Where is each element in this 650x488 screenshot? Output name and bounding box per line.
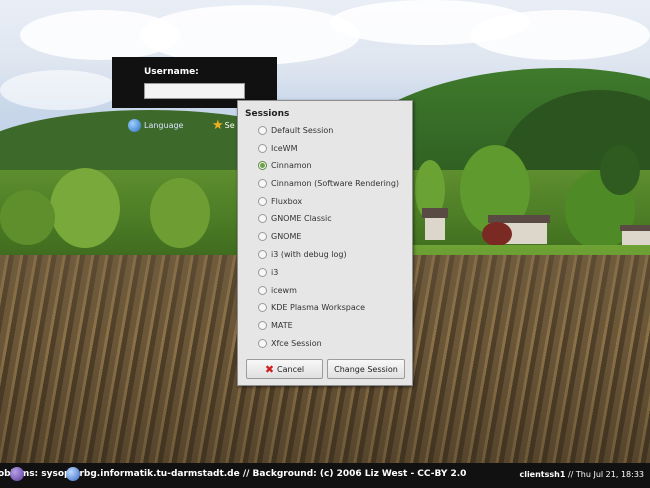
radio-button[interactable] [258, 267, 267, 277]
session-option-label: Cinnamon [271, 160, 312, 170]
sessions-menu: Sessions Default Session IceWM Cinnamon … [237, 100, 413, 386]
session-option-label: GNOME Classic [271, 213, 332, 223]
session-option-icewm-lower[interactable]: icewm [258, 283, 297, 297]
session-option-gnome-classic[interactable]: GNOME Classic [258, 211, 332, 225]
session-option-label: KDE Plasma Workspace [271, 302, 366, 312]
session-option-label: Cinnamon (Software Rendering) [271, 178, 400, 188]
radio-button[interactable] [258, 320, 267, 330]
session-option-label: icewm [271, 285, 297, 295]
session-button[interactable]: ★ Se [212, 118, 235, 132]
language-button[interactable]: Language [128, 118, 183, 132]
language-label: Language [144, 120, 184, 130]
session-option-xfce[interactable]: Xfce Session [258, 336, 322, 350]
change-session-button[interactable]: Change Session [327, 359, 405, 379]
cancel-button-label: Cancel [277, 364, 305, 374]
power-icon[interactable] [10, 467, 24, 481]
star-icon: ★ [212, 117, 224, 133]
session-option-i3[interactable]: i3 [258, 265, 278, 279]
status-bar: oblems: sysop@rbg.informatik.tu-darmstad… [0, 463, 650, 488]
session-option-icewm[interactable]: IceWM [258, 141, 298, 155]
session-option-label: GNOME [271, 231, 302, 241]
session-option-i3-debug[interactable]: i3 (with debug log) [258, 247, 347, 261]
username-label: Username: [144, 67, 199, 77]
radio-button[interactable] [258, 249, 267, 259]
session-button-label: Se [224, 120, 235, 130]
radio-button[interactable] [258, 213, 267, 223]
change-session-label: Change Session [334, 364, 398, 374]
radio-button[interactable] [258, 231, 267, 241]
radio-button[interactable] [258, 196, 267, 206]
session-option-label: Xfce Session [271, 338, 322, 348]
session-option-fluxbox[interactable]: Fluxbox [258, 194, 302, 208]
datetime: Thu Jul 21, 18:33 [575, 470, 644, 479]
radio-button[interactable] [258, 285, 267, 295]
session-option-cinnamon[interactable]: Cinnamon [258, 158, 312, 172]
session-option-label: IceWM [271, 143, 298, 153]
sessions-title: Sessions [245, 109, 290, 119]
hostname: clientssh1 [519, 470, 566, 479]
status-separator: // [567, 470, 574, 479]
session-option-label: i3 [271, 267, 279, 277]
session-option-label: MATE [271, 320, 293, 330]
cancel-button[interactable]: ✖ Cancel [246, 359, 323, 379]
radio-button[interactable] [258, 178, 267, 188]
radio-button-selected[interactable] [258, 160, 267, 170]
session-option-default[interactable]: Default Session [258, 123, 333, 137]
globe-icon [128, 118, 141, 132]
radio-button[interactable] [258, 302, 267, 312]
session-option-cinnamon-software[interactable]: Cinnamon (Software Rendering) [258, 176, 399, 190]
status-right: clientssh1 // Thu Jul 21, 18:33 [519, 470, 644, 479]
radio-button[interactable] [258, 338, 267, 348]
session-option-label: i3 (with debug log) [271, 249, 347, 259]
session-option-gnome[interactable]: GNOME [258, 229, 301, 243]
accessibility-icon[interactable] [66, 467, 80, 481]
session-option-label: Default Session [271, 125, 334, 135]
cancel-x-icon: ✖ [264, 362, 275, 376]
username-input[interactable] [144, 83, 245, 99]
radio-button[interactable] [258, 125, 267, 135]
session-option-label: Fluxbox [271, 196, 303, 206]
session-option-kde-plasma[interactable]: KDE Plasma Workspace [258, 300, 365, 314]
radio-button[interactable] [258, 143, 267, 153]
session-option-mate[interactable]: MATE [258, 318, 293, 332]
